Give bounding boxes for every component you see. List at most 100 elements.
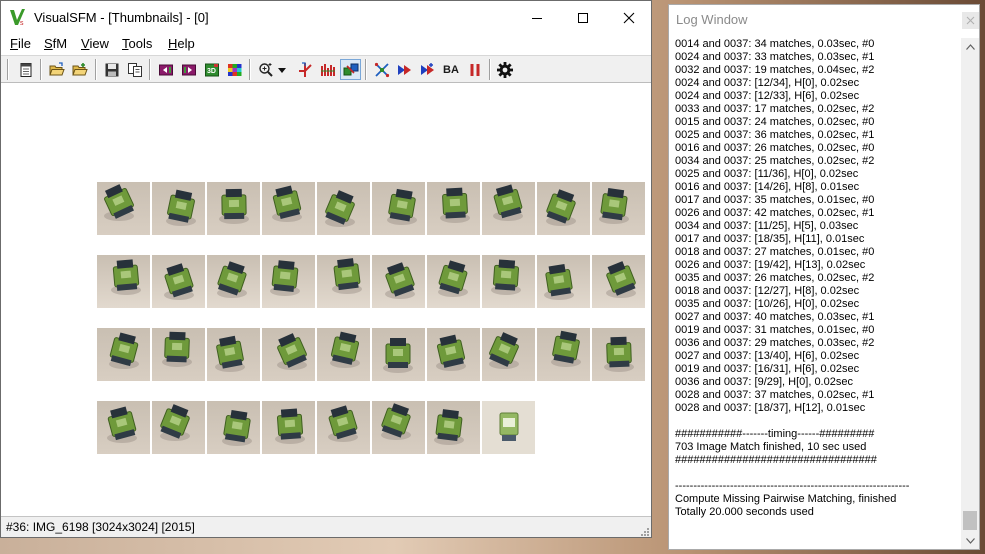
log-line: 0025 and 0037: [11/36], H[0], 0.02sec <box>675 168 859 180</box>
match-matrix-icon[interactable] <box>317 59 338 80</box>
scroll-up-arrow-icon[interactable] <box>961 38 979 55</box>
log-text-area[interactable]: 0014 and 0037: 34 matches, 0.03sec, #0 00… <box>669 38 962 550</box>
zoom-icon[interactable] <box>255 59 276 80</box>
menu-help[interactable]: Help <box>168 36 195 51</box>
show-3d-icon[interactable]: 3D <box>201 59 222 80</box>
image-thumbnail[interactable] <box>317 328 370 381</box>
log-line: 0035 and 0037: [10/26], H[0], 0.02sec <box>675 298 860 310</box>
image-thumbnail[interactable] <box>207 255 260 308</box>
image-thumbnail[interactable] <box>592 328 645 381</box>
log-line: 0024 and 0037: [12/33], H[6], 0.02sec <box>675 90 860 102</box>
image-thumbnail[interactable] <box>207 182 260 235</box>
log-window-title: Log Window <box>676 12 748 27</box>
image-thumbnail[interactable] <box>372 182 425 235</box>
image-thumbnail[interactable] <box>262 255 315 308</box>
image-thumbnail[interactable] <box>537 182 590 235</box>
visualsfm-logo-icon: s <box>9 8 27 27</box>
image-thumbnail[interactable] <box>482 255 535 308</box>
log-line: 0017 and 0037: [18/35], H[11], 0.01sec <box>675 233 865 245</box>
image-thumbnail[interactable] <box>592 182 645 235</box>
log-line: 0036 and 0037: [9/29], H[0], 0.02sec <box>675 376 853 388</box>
log-window: Log Window 0014 and 0037: 34 matches, 0.… <box>668 4 980 550</box>
open-multiple-icon[interactable] <box>69 59 90 80</box>
image-thumbnail[interactable] <box>592 255 645 308</box>
open-folder-icon[interactable] <box>46 59 67 80</box>
scroll-down-arrow-icon[interactable] <box>961 532 979 549</box>
image-thumbnail[interactable] <box>207 328 260 381</box>
log-title-bar[interactable]: Log Window <box>669 5 979 35</box>
copy-icon[interactable] <box>124 59 145 80</box>
image-thumbnail[interactable] <box>537 328 590 381</box>
image-thumbnail[interactable] <box>482 328 535 381</box>
sparse-reconstruction-icon[interactable] <box>394 59 415 80</box>
image-thumbnail[interactable] <box>152 255 205 308</box>
menu-sfm[interactable]: SfM <box>44 36 67 51</box>
log-line: 0024 and 0037: 33 matches, 0.03sec, #1 <box>675 51 875 63</box>
log-line: Compute Missing Pairwise Matching, finis… <box>675 493 897 505</box>
resize-grip-icon[interactable] <box>639 525 649 536</box>
image-thumbnail[interactable] <box>427 182 480 235</box>
maximize-button[interactable] <box>560 1 606 34</box>
model-prev-icon[interactable] <box>155 59 176 80</box>
save-icon[interactable] <box>101 59 122 80</box>
log-line: 0025 and 0037: 36 matches, 0.02sec, #1 <box>675 129 875 141</box>
settings-gear-icon[interactable] <box>494 59 515 80</box>
visualsfm-window: s VisualSFM - [Thumbnails] - [0] File Sf… <box>0 0 652 538</box>
toolbar-separator <box>489 59 491 80</box>
image-thumbnail[interactable] <box>262 401 315 454</box>
image-thumbnail[interactable] <box>427 255 480 308</box>
image-thumbnail[interactable] <box>537 255 590 308</box>
log-line: 0026 and 0037: [19/42], H[13], 0.02sec <box>675 259 866 271</box>
dropdown-arrow-icon[interactable] <box>275 59 289 80</box>
color-grid-icon[interactable] <box>224 59 245 80</box>
log-line: 0017 and 0037: 35 matches, 0.01sec, #0 <box>675 194 875 206</box>
image-thumbnail[interactable] <box>97 255 150 308</box>
dense-reconstruction-icon[interactable] <box>417 59 438 80</box>
image-thumbnail[interactable] <box>317 182 370 235</box>
image-thumbnail[interactable] <box>152 401 205 454</box>
image-thumbnail[interactable] <box>262 328 315 381</box>
compute-matches-icon[interactable] <box>371 59 392 80</box>
notepad-icon[interactable] <box>15 59 36 80</box>
image-thumbnail[interactable] <box>262 182 315 235</box>
image-thumbnail[interactable] <box>207 401 260 454</box>
bundle-adjust-button[interactable]: BA <box>440 59 462 80</box>
toolbar-separator <box>149 59 151 80</box>
log-line: 703 Image Match finished, 10 sec used <box>675 441 867 453</box>
image-thumbnail[interactable] <box>372 328 425 381</box>
image-thumbnail[interactable] <box>482 182 535 235</box>
image-thumbnail[interactable] <box>482 401 535 454</box>
image-thumbnail[interactable] <box>317 255 370 308</box>
image-thumbnail[interactable] <box>372 401 425 454</box>
log-line: 0028 and 0037: 37 matches, 0.02sec, #1 <box>675 389 875 401</box>
log-close-button[interactable] <box>962 12 979 29</box>
log-scrollbar[interactable] <box>961 38 979 549</box>
log-line: 0027 and 0037: 40 matches, 0.03sec, #1 <box>675 311 875 323</box>
image-thumbnail[interactable] <box>97 401 150 454</box>
feature-tracks-icon[interactable] <box>294 59 315 80</box>
title-bar[interactable]: s VisualSFM - [Thumbnails] - [0] <box>1 1 651 34</box>
model-next-icon[interactable] <box>178 59 199 80</box>
image-thumbnail[interactable] <box>372 255 425 308</box>
image-thumbnail[interactable] <box>97 328 150 381</box>
image-thumbnail[interactable] <box>317 401 370 454</box>
window-title: VisualSFM - [Thumbnails] - [0] <box>34 10 209 25</box>
image-thumbnail[interactable] <box>427 401 480 454</box>
image-thumbnail[interactable] <box>152 328 205 381</box>
image-thumbnail[interactable] <box>427 328 480 381</box>
pair-view-icon[interactable] <box>340 59 361 80</box>
menu-bar: File SfM View Tools Help <box>1 34 651 54</box>
log-line: 0036 and 0037: 29 matches, 0.03sec, #2 <box>675 337 875 349</box>
image-thumbnail[interactable] <box>152 182 205 235</box>
toolbar-separator <box>7 59 9 80</box>
pause-icon[interactable] <box>464 59 485 80</box>
close-button[interactable] <box>606 1 652 34</box>
log-line: ----------------------------------------… <box>675 480 910 492</box>
menu-view[interactable]: View <box>81 36 109 51</box>
menu-tools[interactable]: Tools <box>122 36 152 51</box>
thumbnail-canvas[interactable] <box>1 84 651 516</box>
menu-file[interactable]: File <box>10 36 31 51</box>
image-thumbnail[interactable] <box>97 182 150 235</box>
scroll-thumb[interactable] <box>963 511 977 530</box>
minimize-button[interactable] <box>514 1 560 34</box>
